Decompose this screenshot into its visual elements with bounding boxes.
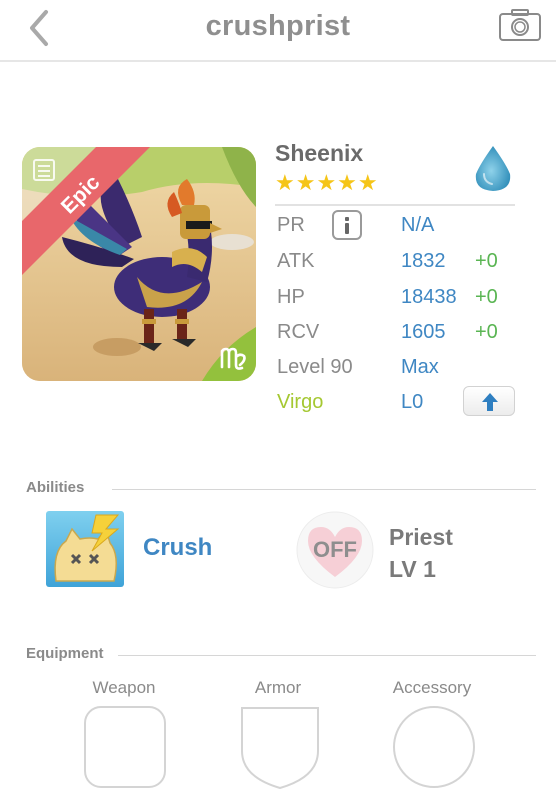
arrow-up-icon [482, 393, 498, 411]
monster-name: Sheenix [275, 140, 364, 166]
crush-ability-icon[interactable] [46, 511, 124, 587]
accessory-slot-label: Accessory [392, 678, 472, 697]
passive-status-label: OFF [313, 537, 357, 562]
virgo-icon [220, 347, 246, 370]
camera-button[interactable] [498, 8, 542, 42]
equipment-title: Equipment [26, 645, 104, 662]
stat-label: ATK [277, 250, 315, 272]
camera-icon [499, 9, 541, 41]
deck-icon [33, 159, 55, 181]
stat-bonus: +0 [475, 250, 498, 272]
stat-value: 1832 [401, 250, 446, 272]
page-title: crushprist [205, 10, 351, 42]
weapon-slot-label: Weapon [92, 678, 156, 697]
stat-label: HP [277, 286, 305, 308]
stat-value: 18438 [401, 286, 457, 308]
stat-row-pr: PR N/A [275, 210, 535, 244]
armor-slot-label: Armor [254, 678, 302, 697]
stat-row-zodiac: Virgo L0 [275, 386, 535, 421]
weapon-slot[interactable] [83, 705, 167, 789]
stat-row-level: Level 90 Max [275, 356, 535, 386]
passive-ability-name: Priest [389, 524, 453, 550]
accessory-slot[interactable] [392, 705, 476, 789]
zodiac-label: Virgo [277, 391, 324, 413]
active-ability-name[interactable]: Crush [143, 534, 212, 562]
armor-slot[interactable] [239, 705, 321, 791]
stat-row-rcv: RCV 1605 +0 [275, 321, 535, 351]
abilities-title: Abilities [26, 479, 85, 496]
stat-value: Max [401, 356, 439, 378]
passive-ability-level: LV 1 [389, 556, 436, 582]
rarity-stars: ★★★★★ [275, 170, 379, 195]
stat-bonus: +0 [475, 286, 498, 308]
monster-portrait[interactable]: Epic [22, 147, 256, 381]
stats-divider [275, 204, 515, 206]
header-bar: crushprist [0, 0, 556, 62]
info-button[interactable] [332, 210, 362, 240]
stat-label: RCV [277, 321, 320, 343]
stat-label: Level 90 [277, 356, 353, 378]
equipment-divider [118, 655, 536, 656]
stat-row-hp: HP 18438 +0 [275, 286, 535, 316]
upgrade-button[interactable] [463, 386, 515, 416]
stat-row-atk: ATK 1832 +0 [275, 250, 535, 280]
water-drop-icon [475, 146, 511, 191]
stat-value: 1605 [401, 321, 446, 343]
abilities-divider [112, 489, 536, 490]
stat-bonus: +0 [475, 321, 498, 343]
stat-value: N/A [401, 214, 435, 236]
stat-label: PR [277, 214, 305, 236]
stat-value: L0 [401, 391, 424, 413]
